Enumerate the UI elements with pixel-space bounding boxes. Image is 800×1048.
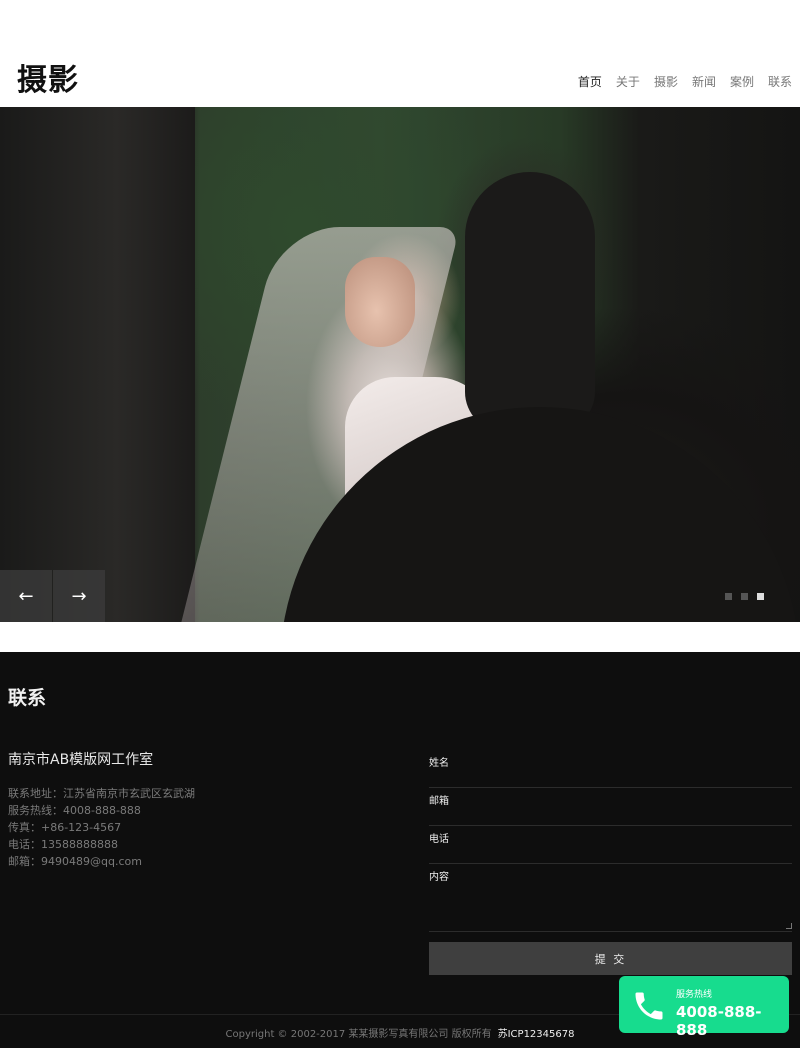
nav-item-photography[interactable]: 摄影 [654, 73, 678, 90]
slider-pagination [725, 593, 764, 600]
main-nav: 首页 关于 摄影 新闻 案例 联系 [578, 73, 792, 90]
email-field-label: 邮箱 [429, 796, 449, 807]
hotline-label: 服务热线 [676, 990, 713, 1000]
slider-dot-1[interactable] [725, 593, 732, 600]
submit-button[interactable]: 提 交 [429, 942, 792, 975]
name-field[interactable]: 姓名 [429, 750, 792, 788]
contact-hotline: 服务热线：4008-888-888 [8, 804, 141, 817]
phone-field-label: 电话 [429, 834, 449, 845]
phone-icon [635, 992, 663, 1020]
site-logo[interactable]: 摄影 [17, 55, 79, 99]
site-header: 摄影 首页 关于 摄影 新闻 案例 联系 [0, 0, 800, 107]
phone-field[interactable]: 电话 [429, 826, 792, 864]
hotline-number: 4008-888-888 [676, 1003, 762, 1039]
company-name: 南京市AB模版网工作室 [8, 752, 154, 768]
nav-item-news[interactable]: 新闻 [692, 73, 716, 90]
email-field[interactable]: 邮箱 [429, 788, 792, 826]
slider-next-button[interactable]: → [53, 570, 105, 622]
contact-phone: 电话：13588888888 [8, 838, 118, 851]
slider-prev-button[interactable]: ← [0, 570, 52, 622]
nav-item-about[interactable]: 关于 [616, 73, 640, 90]
nav-item-cases[interactable]: 案例 [730, 73, 754, 90]
resize-handle-icon[interactable] [786, 923, 792, 929]
hero-slider: ← → [0, 107, 800, 622]
hero-image-pillar [0, 107, 195, 622]
contact-title: 联系 [8, 687, 47, 709]
slider-dot-2[interactable] [741, 593, 748, 600]
contact-info: 联系地址：江苏省南京市玄武区玄武湖 服务热线：4008-888-888 传真：+… [8, 785, 195, 870]
content-textarea[interactable]: 内容 [429, 864, 792, 932]
nav-item-contact[interactable]: 联系 [768, 73, 792, 90]
contact-form: 姓名 邮箱 电话 内容 提 交 [429, 750, 792, 975]
hero-image-bride [345, 257, 415, 347]
icp-link[interactable]: 苏ICP12345678 [498, 1029, 575, 1040]
contact-email: 邮箱：9490489@qq.com [8, 855, 142, 868]
name-field-label: 姓名 [429, 758, 449, 769]
hero-image-silhouette-head [465, 172, 595, 432]
contact-address: 联系地址：江苏省南京市玄武区玄武湖 [8, 787, 195, 800]
copyright-text: Copyright © 2002-2017 某某摄影写真有限公司 版权所有 [225, 1029, 492, 1040]
hotline-widget[interactable]: 服务热线 4008-888-888 [619, 976, 789, 1039]
contact-fax: 传真：+86-123-4567 [8, 821, 122, 834]
nav-item-home[interactable]: 首页 [578, 73, 602, 90]
content-field-label: 内容 [429, 872, 449, 883]
slider-dot-3[interactable] [757, 593, 764, 600]
